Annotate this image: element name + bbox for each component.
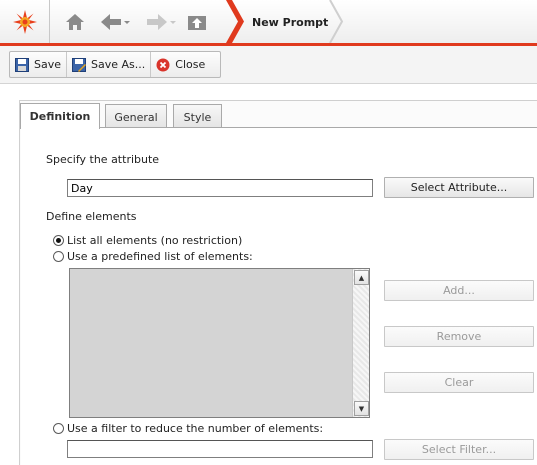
select-filter-button[interactable]: Select Filter... <box>384 439 534 460</box>
close-label: Close <box>175 58 206 71</box>
forward-icon[interactable] <box>145 10 177 34</box>
radio-filter-label: Use a filter to reduce the number of ele… <box>67 422 324 435</box>
up-icon[interactable] <box>186 10 208 34</box>
breadcrumb-separator-icon <box>226 0 244 43</box>
toolbar-area: Save Save As... Close <box>0 46 537 84</box>
radio-predefined-list-dot[interactable] <box>53 251 64 262</box>
tab-style[interactable]: Style <box>173 104 222 129</box>
scroll-up-icon[interactable]: ▲ <box>354 270 369 285</box>
back-icon[interactable] <box>99 10 131 34</box>
tab-general[interactable]: General <box>105 104 167 129</box>
save-as-label: Save As... <box>91 58 146 71</box>
radio-filter[interactable]: Use a filter to reduce the number of ele… <box>53 422 323 435</box>
radio-list-all[interactable]: List all elements (no restriction) <box>53 234 242 247</box>
radio-list-all-dot[interactable] <box>53 235 64 246</box>
home-icon[interactable] <box>64 10 86 34</box>
clear-button[interactable]: Clear <box>384 372 534 393</box>
save-as-button[interactable]: Save As... <box>67 52 152 77</box>
select-attribute-button[interactable]: Select Attribute... <box>384 177 534 198</box>
top-nav-bar: New Prompt <box>0 0 537 46</box>
filter-input[interactable] <box>67 440 373 458</box>
close-button[interactable]: Close <box>151 52 210 77</box>
radio-predefined-list[interactable]: Use a predefined list of elements: <box>53 250 253 263</box>
save-as-icon <box>72 57 87 72</box>
radio-predefined-list-label: Use a predefined list of elements: <box>67 250 253 263</box>
radio-list-all-label: List all elements (no restriction) <box>67 234 243 247</box>
scroll-down-icon[interactable]: ▼ <box>354 401 369 416</box>
save-button[interactable]: Save <box>10 52 68 77</box>
tab-definition[interactable]: Definition <box>20 103 100 129</box>
save-icon <box>15 57 29 72</box>
define-elements-label: Define elements <box>46 210 137 223</box>
add-button[interactable]: Add... <box>384 280 534 301</box>
save-label: Save <box>34 58 62 71</box>
attribute-label: Specify the attribute <box>46 153 160 166</box>
elements-listbox[interactable]: ▲ ▼ <box>69 268 370 418</box>
close-icon <box>156 58 170 71</box>
remove-button[interactable]: Remove <box>384 326 534 347</box>
breadcrumb-end-icon <box>329 0 344 43</box>
attribute-input[interactable]: Day <box>67 179 373 197</box>
breadcrumb-title: New Prompt <box>252 16 329 29</box>
logo-icon[interactable] <box>0 0 50 43</box>
listbox-scrollbar[interactable]: ▲ ▼ <box>352 269 369 417</box>
radio-filter-dot[interactable] <box>53 423 64 434</box>
toolbar: Save Save As... Close <box>9 51 221 78</box>
